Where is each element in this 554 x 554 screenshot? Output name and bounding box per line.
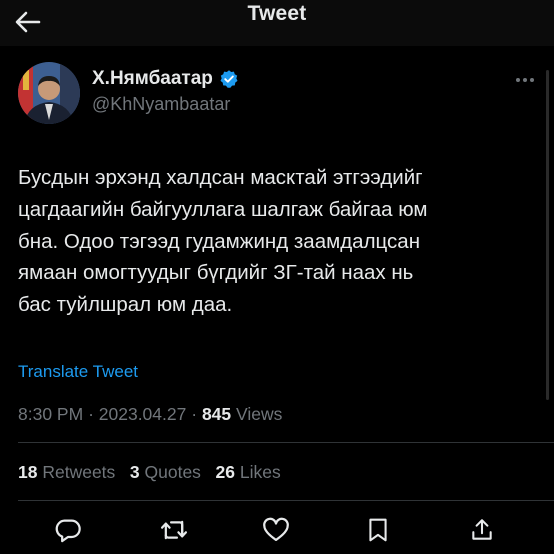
retweet-button[interactable] — [158, 514, 190, 546]
meta-separator: · — [191, 404, 198, 424]
author-name-row[interactable]: Х.Нямбаатар — [92, 68, 239, 90]
bookmark-button[interactable] — [362, 514, 394, 546]
engagement-stats: 18 Retweets 3 Quotes 26 Likes — [18, 462, 281, 483]
more-dots-icon — [516, 78, 534, 82]
meta-separator: · — [88, 404, 94, 424]
quotes-stat[interactable]: 3 Quotes — [130, 462, 201, 482]
reply-button[interactable] — [52, 514, 84, 546]
tweet-time[interactable]: 8:30 PM — [18, 404, 83, 424]
likes-label: Likes — [239, 462, 281, 482]
heart-icon — [263, 517, 289, 542]
top-bar: Tweet — [0, 0, 554, 46]
divider — [18, 442, 554, 443]
tweet-line: цагдаагийн байгууллага шалгаж байгаа юм — [18, 197, 428, 221]
bookmark-icon — [369, 518, 387, 542]
retweets-label: Retweets — [42, 462, 116, 482]
likes-count: 26 — [215, 462, 235, 482]
retweet-icon — [160, 520, 188, 540]
share-button[interactable] — [466, 514, 498, 546]
translate-tweet-link[interactable]: Translate Tweet — [18, 362, 138, 382]
tweet-line: бас туйлшрал юм даа. — [18, 293, 233, 317]
tweet-line: Бусдын эрхэнд халдсан масктай этгээдийг — [18, 166, 423, 189]
tweet-meta: 8:30 PM · 2023.04.27 · 845 Views — [18, 404, 282, 425]
tweet-line: бна. Одоо тэгээд гудамжинд заамдалцсан — [18, 229, 421, 253]
divider — [18, 500, 554, 501]
avatar[interactable] — [18, 62, 80, 124]
likes-stat[interactable]: 26 Likes — [216, 462, 281, 482]
tweet-date[interactable]: 2023.04.27 — [99, 404, 187, 424]
author-display-name[interactable]: Х.Нямбаатар — [92, 68, 213, 90]
tweet-line: ямаан омогтуудыг бүгдийг ЗГ-тай наах нь — [18, 261, 414, 285]
retweets-stat[interactable]: 18 Retweets — [18, 462, 115, 482]
views-label: Views — [236, 404, 283, 424]
quotes-label: Quotes — [144, 462, 201, 482]
like-button[interactable] — [260, 514, 292, 546]
share-icon — [472, 519, 492, 540]
page-title: Tweet — [247, 2, 307, 25]
retweets-count: 18 — [18, 462, 38, 482]
tweet-text: Бусдын эрхэнд халдсан масктай этгээдийг … — [18, 162, 538, 321]
tweet-actions-bar — [0, 508, 554, 554]
author-handle[interactable]: @KhNyambaatar — [92, 94, 230, 115]
quotes-count: 3 — [129, 462, 140, 482]
views-count: 845 — [201, 404, 232, 424]
reply-icon — [55, 519, 81, 543]
more-options-button[interactable] — [510, 70, 540, 90]
verified-badge-icon — [220, 70, 238, 88]
scrollbar[interactable] — [546, 70, 549, 400]
